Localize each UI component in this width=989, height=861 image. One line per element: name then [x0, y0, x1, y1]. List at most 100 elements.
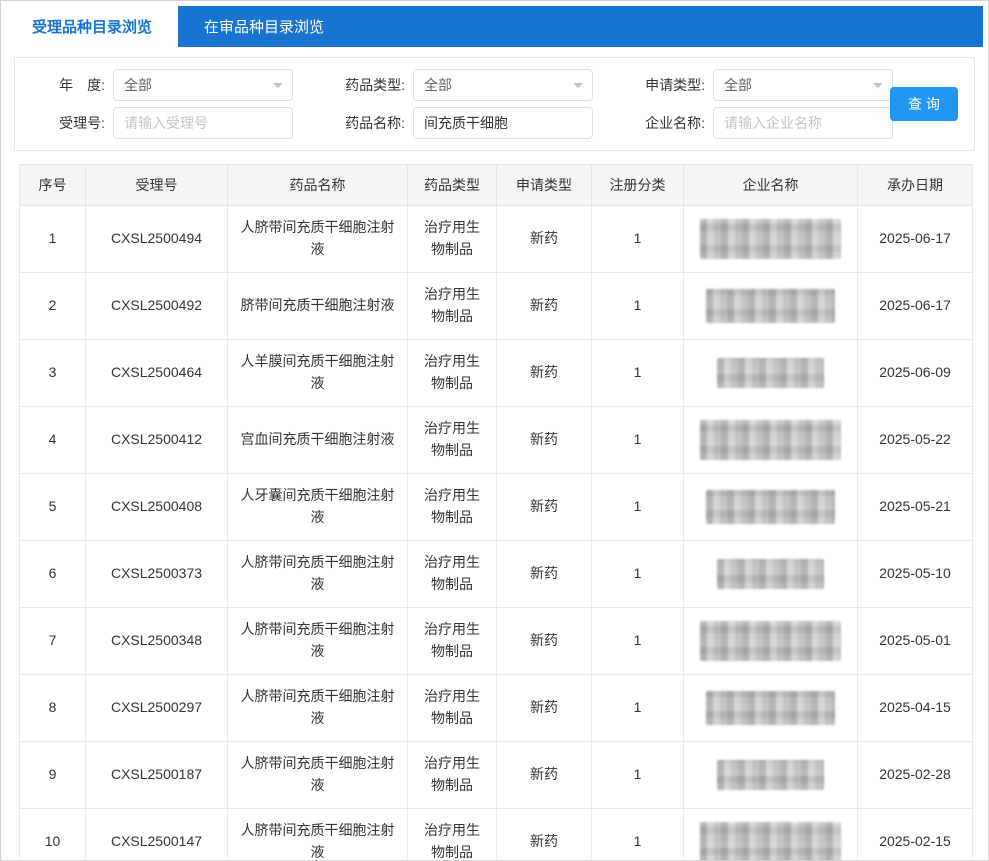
drug-type-label: 药品类型:	[331, 75, 405, 95]
enterprise-name-input[interactable]	[713, 107, 893, 139]
table-row: 8 CXSL2500297 人脐带间充质干细胞注射液 治疗用生物制品 新药 1 …	[20, 675, 973, 742]
cell-drug-name: 人脐带间充质干细胞注射液	[228, 742, 408, 809]
cell-drug-name: 人脐带间充质干细胞注射液	[228, 541, 408, 608]
cell-enterprise	[684, 742, 858, 809]
drug-name-input[interactable]	[413, 107, 593, 139]
cell-drug-type: 治疗用生物制品	[408, 407, 497, 474]
cell-drug-name: 人脐带间充质干细胞注射液	[228, 608, 408, 675]
cell-enterprise	[684, 407, 858, 474]
cell-drug-type: 治疗用生物制品	[408, 809, 497, 861]
cell-apply-type: 新药	[497, 407, 592, 474]
year-select-value: 全部	[124, 75, 152, 95]
column-header-enterprise: 企业名称	[684, 165, 858, 206]
cell-enterprise	[684, 675, 858, 742]
filter-panel: 年 度: 全部 药品类型: 全部 申请类型: 全部	[14, 57, 975, 151]
cell-acceptance-no: CXSL2500297	[86, 675, 228, 742]
cell-enterprise	[684, 541, 858, 608]
cell-drug-type: 治疗用生物制品	[408, 474, 497, 541]
cell-apply-type: 新药	[497, 675, 592, 742]
cell-drug-type: 治疗用生物制品	[408, 742, 497, 809]
cell-drug-type: 治疗用生物制品	[408, 608, 497, 675]
cell-drug-type: 治疗用生物制品	[408, 675, 497, 742]
cell-reg-class: 1	[592, 809, 684, 861]
cell-drug-name: 脐带间充质干细胞注射液	[228, 273, 408, 340]
cell-drug-name: 人脐带间充质干细胞注射液	[228, 206, 408, 273]
cell-acceptance-no: CXSL2500492	[86, 273, 228, 340]
drug-name-label: 药品名称:	[331, 113, 405, 133]
cell-date: 2025-02-28	[858, 742, 973, 809]
chevron-down-icon	[873, 83, 883, 93]
cell-apply-type: 新药	[497, 474, 592, 541]
cell-drug-name: 人羊膜间充质干细胞注射液	[228, 340, 408, 407]
cell-index: 10	[20, 809, 86, 861]
cell-drug-name: 宫血间充质干细胞注射液	[228, 407, 408, 474]
cell-reg-class: 1	[592, 407, 684, 474]
search-button[interactable]: 查 询	[890, 87, 958, 121]
tab-in-review-label: 在审品种目录浏览	[204, 16, 324, 37]
cell-reg-class: 1	[592, 273, 684, 340]
cell-apply-type: 新药	[497, 273, 592, 340]
table-row: 3 CXSL2500464 人羊膜间充质干细胞注射液 治疗用生物制品 新药 1 …	[20, 340, 973, 407]
redacted-enterprise-blur	[700, 219, 841, 259]
redacted-enterprise-blur	[706, 490, 835, 524]
drug-type-select[interactable]: 全部	[413, 69, 593, 101]
cell-drug-type: 治疗用生物制品	[408, 541, 497, 608]
cell-apply-type: 新药	[497, 340, 592, 407]
column-header-drug-name: 药品名称	[228, 165, 408, 206]
cell-acceptance-no: CXSL2500408	[86, 474, 228, 541]
acceptance-no-label: 受理号:	[31, 113, 105, 133]
cell-date: 2025-05-01	[858, 608, 973, 675]
filter-acceptance-no: 受理号:	[31, 107, 293, 139]
tab-accepted-catalog[interactable]: 受理品种目录浏览	[6, 6, 178, 47]
cell-drug-type: 治疗用生物制品	[408, 206, 497, 273]
cell-apply-type: 新药	[497, 608, 592, 675]
tab-bar: 受理品种目录浏览 在审品种目录浏览	[6, 6, 983, 47]
cell-index: 7	[20, 608, 86, 675]
cell-apply-type: 新药	[497, 541, 592, 608]
cell-reg-class: 1	[592, 675, 684, 742]
cell-index: 2	[20, 273, 86, 340]
cell-enterprise	[684, 273, 858, 340]
cell-drug-name: 人牙囊间充质干细胞注射液	[228, 474, 408, 541]
cell-enterprise	[684, 608, 858, 675]
cell-reg-class: 1	[592, 206, 684, 273]
filter-apply-type: 申请类型: 全部	[631, 69, 893, 101]
table-row: 1 CXSL2500494 人脐带间充质干细胞注射液 治疗用生物制品 新药 1 …	[20, 206, 973, 273]
cell-index: 4	[20, 407, 86, 474]
table-row: 9 CXSL2500187 人脐带间充质干细胞注射液 治疗用生物制品 新药 1 …	[20, 742, 973, 809]
tab-in-review-catalog[interactable]: 在审品种目录浏览	[178, 6, 350, 47]
redacted-enterprise-blur	[700, 822, 841, 861]
cell-date: 2025-06-17	[858, 273, 973, 340]
enterprise-name-label: 企业名称:	[631, 113, 705, 133]
cell-drug-type: 治疗用生物制品	[408, 273, 497, 340]
cell-apply-type: 新药	[497, 809, 592, 861]
cell-acceptance-no: CXSL2500412	[86, 407, 228, 474]
acceptance-no-input[interactable]	[113, 107, 293, 139]
cell-drug-type: 治疗用生物制品	[408, 340, 497, 407]
column-header-acceptance-no: 受理号	[86, 165, 228, 206]
tab-accepted-label: 受理品种目录浏览	[32, 16, 152, 37]
cell-date: 2025-06-09	[858, 340, 973, 407]
column-header-drug-type: 药品类型	[408, 165, 497, 206]
apply-type-select[interactable]: 全部	[713, 69, 893, 101]
cell-reg-class: 1	[592, 340, 684, 407]
cell-index: 6	[20, 541, 86, 608]
cell-apply-type: 新药	[497, 206, 592, 273]
cell-date: 2025-06-17	[858, 206, 973, 273]
table-row: 2 CXSL2500492 脐带间充质干细胞注射液 治疗用生物制品 新药 1 2…	[20, 273, 973, 340]
redacted-enterprise-blur	[717, 559, 824, 589]
redacted-enterprise-blur	[706, 691, 835, 725]
filter-row-2: 受理号: 药品名称: 企业名称:	[31, 107, 864, 139]
table-row: 6 CXSL2500373 人脐带间充质干细胞注射液 治疗用生物制品 新药 1 …	[20, 541, 973, 608]
cell-enterprise	[684, 809, 858, 861]
drug-type-select-value: 全部	[424, 75, 452, 95]
filter-row-1: 年 度: 全部 药品类型: 全部 申请类型: 全部	[31, 69, 864, 101]
apply-type-select-value: 全部	[724, 75, 752, 95]
table-row: 7 CXSL2500348 人脐带间充质干细胞注射液 治疗用生物制品 新药 1 …	[20, 608, 973, 675]
results-table: 序号 受理号 药品名称 药品类型 申请类型 注册分类 企业名称 承办日期 1 C…	[19, 164, 973, 861]
year-label: 年 度:	[31, 75, 105, 95]
cell-date: 2025-04-15	[858, 675, 973, 742]
cell-drug-name: 人脐带间充质干细胞注射液	[228, 809, 408, 861]
year-select[interactable]: 全部	[113, 69, 293, 101]
cell-drug-name: 人脐带间充质干细胞注射液	[228, 675, 408, 742]
